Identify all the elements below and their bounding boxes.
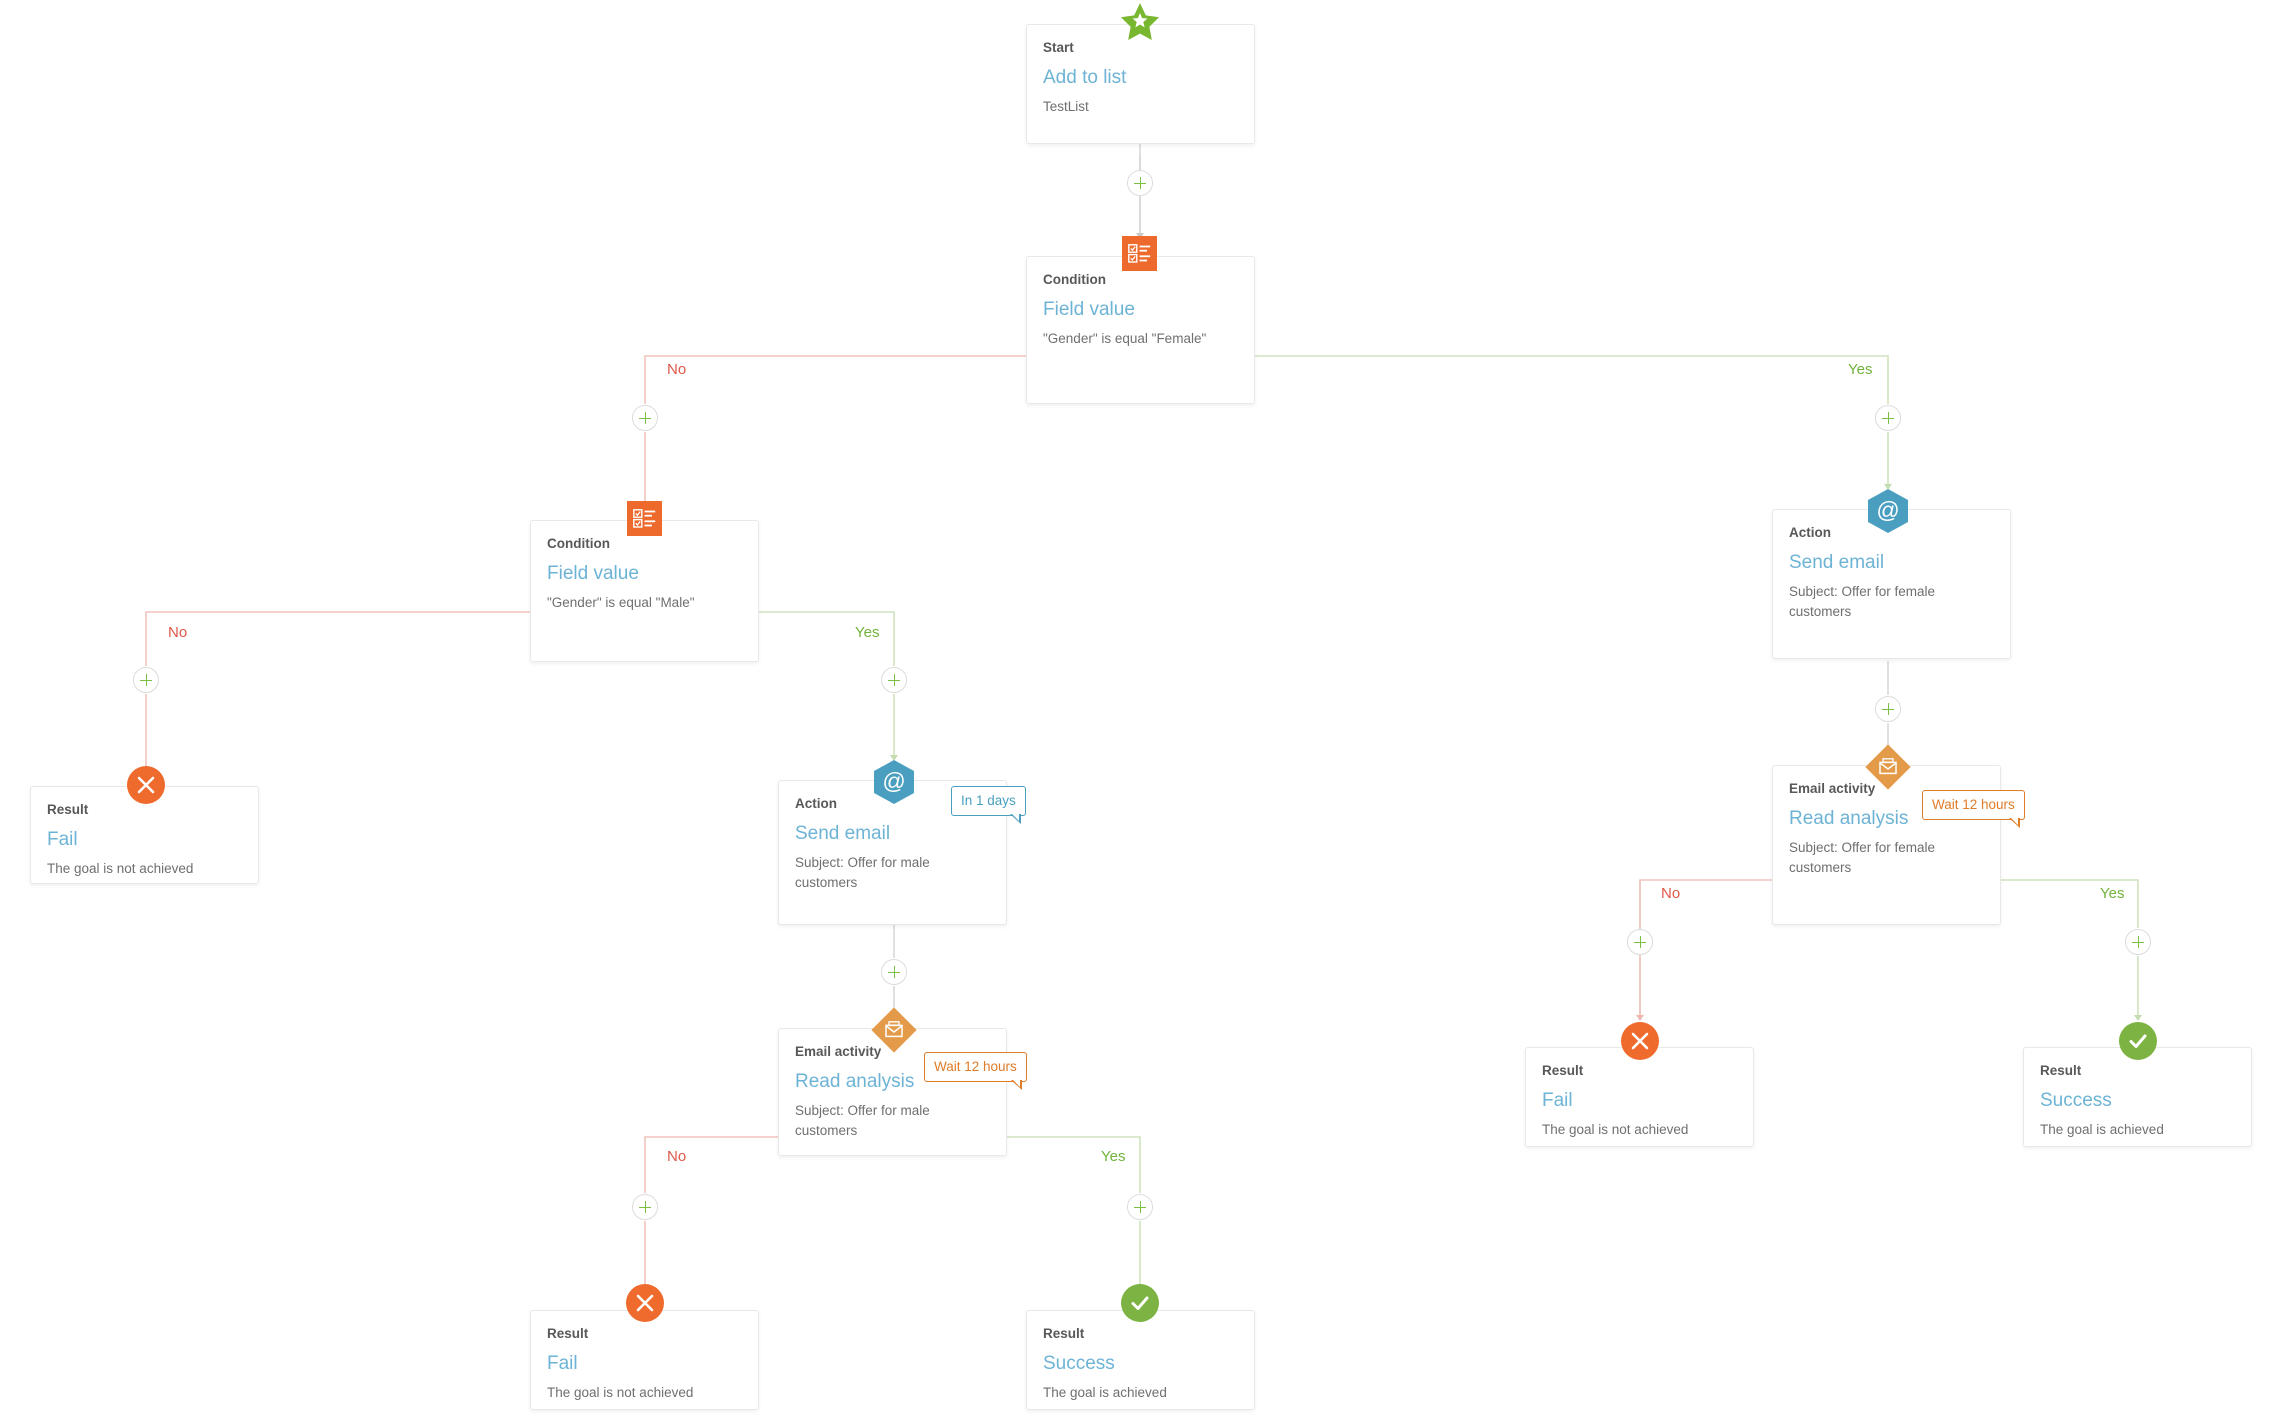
badge-tail-inner xyxy=(2010,817,2019,825)
badge-tail-inner xyxy=(1011,813,1020,821)
branch-label-no: No xyxy=(1661,885,1681,902)
node-result-success-right[interactable]: Result Success The goal is achieved xyxy=(2023,1047,2252,1147)
node-title: Field value xyxy=(547,562,639,584)
wait-badge-12-hours[interactable]: Wait 12 hours xyxy=(1922,790,2025,828)
add-step-button[interactable] xyxy=(1627,929,1653,955)
condition-checklist-icon xyxy=(627,501,662,536)
node-title: Success xyxy=(2040,1089,2112,1111)
delay-badge-label: In 1 days xyxy=(961,793,1016,808)
wait-badge-label: Wait 12 hours xyxy=(1932,797,2015,812)
node-description: "Gender" is equal "Male" xyxy=(547,595,695,611)
badge-tail-inner xyxy=(1012,1079,1021,1087)
node-description: Subject: Offer for female customers xyxy=(1789,840,1936,875)
success-check-icon xyxy=(2119,1022,2157,1060)
node-condition-female[interactable]: Condition Field value "Gender" is equal … xyxy=(1026,256,1255,404)
add-step-button[interactable] xyxy=(1875,696,1901,722)
node-description: The goal is not achieved xyxy=(1542,1122,1689,1138)
branch-label-yes: Yes xyxy=(855,624,880,641)
add-step-button[interactable] xyxy=(632,1194,658,1220)
branch-label-no: No xyxy=(168,624,188,641)
success-check-icon xyxy=(1121,1284,1159,1322)
node-description: Subject: Offer for male customers xyxy=(795,855,930,890)
at-email-icon: @ xyxy=(1868,489,1908,533)
node-title: Send email xyxy=(795,822,891,844)
branch-label-no: No xyxy=(667,1148,687,1165)
node-description: Subject: Offer for female customers xyxy=(1789,584,1936,619)
node-description: The goal is not achieved xyxy=(47,861,194,877)
branch-label-yes: Yes xyxy=(1848,361,1873,378)
node-kind-label: Result xyxy=(2040,1063,2082,1078)
delay-badge-in-1-days[interactable]: In 1 days xyxy=(951,786,1026,824)
node-kind-label: Result xyxy=(1542,1063,1584,1078)
add-step-button[interactable] xyxy=(1127,170,1153,196)
node-result-fail-mid[interactable]: Result Fail The goal is not achieved xyxy=(530,1310,759,1410)
node-description: Subject: Offer for male customers xyxy=(795,1103,930,1138)
node-kind-label: Result xyxy=(47,802,89,817)
node-title: Fail xyxy=(47,828,78,850)
workflow-canvas: Start Add to list TestList Condition Fie… xyxy=(0,0,2276,1428)
branch-label-yes: Yes xyxy=(2100,885,2125,902)
envelope-diamond-icon xyxy=(1865,744,1911,790)
add-step-button[interactable] xyxy=(881,959,907,985)
node-result-success-mid[interactable]: Result Success The goal is achieved xyxy=(1026,1310,1255,1410)
node-title: Fail xyxy=(1542,1089,1573,1111)
node-result-fail-right[interactable]: Result Fail The goal is not achieved xyxy=(1525,1047,1754,1147)
node-condition-male[interactable]: Condition Field value "Gender" is equal … xyxy=(530,520,759,662)
star-icon xyxy=(1119,2,1161,42)
wait-badge-12-hours[interactable]: Wait 12 hours xyxy=(924,1052,1027,1090)
node-kind-label: Condition xyxy=(547,536,610,551)
at-email-icon: @ xyxy=(874,760,914,804)
condition-checklist-icon xyxy=(1122,236,1157,271)
node-start[interactable]: Start Add to list TestList xyxy=(1026,24,1255,144)
node-kind-label: Start xyxy=(1043,40,1074,55)
node-title: Field value xyxy=(1043,298,1135,320)
node-title: Fail xyxy=(547,1352,578,1374)
add-step-button[interactable] xyxy=(133,667,159,693)
add-step-button[interactable] xyxy=(2125,929,2151,955)
node-description: The goal is achieved xyxy=(2040,1122,2164,1138)
fail-cross-icon xyxy=(127,766,165,804)
add-step-button[interactable] xyxy=(632,405,658,431)
node-kind-label: Result xyxy=(547,1326,589,1341)
node-kind-label: Condition xyxy=(1043,272,1106,287)
node-description: The goal is not achieved xyxy=(547,1385,694,1401)
node-description: The goal is achieved xyxy=(1043,1385,1167,1401)
add-step-button[interactable] xyxy=(1875,405,1901,431)
node-title: Add to list xyxy=(1043,66,1127,88)
node-title: Success xyxy=(1043,1352,1115,1374)
fail-cross-icon xyxy=(1621,1022,1659,1060)
node-title: Send email xyxy=(1789,551,1885,573)
wait-badge-label: Wait 12 hours xyxy=(934,1059,1017,1074)
fail-cross-icon xyxy=(626,1284,664,1322)
node-description: "Gender" is equal "Female" xyxy=(1043,331,1207,347)
add-step-button[interactable] xyxy=(1127,1194,1153,1220)
branch-label-yes: Yes xyxy=(1101,1148,1126,1165)
add-step-button[interactable] xyxy=(881,667,907,693)
envelope-diamond-icon xyxy=(871,1007,917,1053)
node-kind-label: Result xyxy=(1043,1326,1085,1341)
branch-label-no: No xyxy=(667,361,687,378)
node-description: TestList xyxy=(1043,99,1089,115)
